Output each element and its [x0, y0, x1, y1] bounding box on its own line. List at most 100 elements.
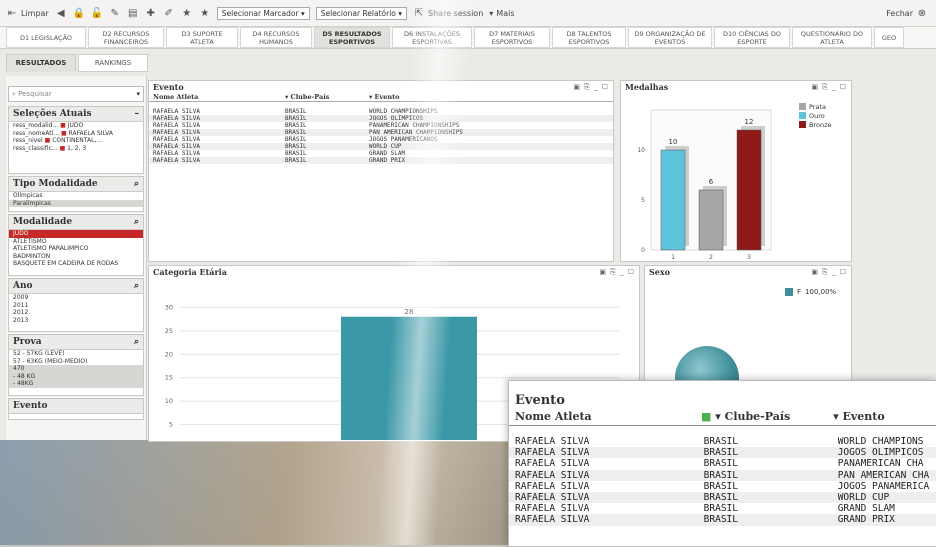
list-item[interactable]: 2011 [9, 302, 143, 310]
cell-event: WORLD CHAMPIONSHIPS [369, 108, 438, 115]
list-item[interactable]: ATLETISMO PARALÍMPICO [9, 245, 143, 253]
table-row[interactable]: RAFAELA SILVA BRASIL PAN AMERICAN CHAMPION… [149, 129, 613, 136]
table-row[interactable]: RAFAELA SILVA BRASIL WORLD CHAMPIONSHIPS [149, 108, 613, 115]
tab-d10[interactable]: D10 CIÊNCIAS DO ESPORTE [714, 27, 790, 48]
zoom-col-event[interactable]: ▾ Evento [833, 410, 931, 423]
zoom-col-club[interactable]: ■ ▾ Clube-País [701, 410, 833, 423]
cell-event: GRAND PRIX [837, 514, 895, 526]
list-item[interactable]: 2013 [9, 317, 143, 325]
panel-buttons[interactable]: ▣ ⎘ _ ☐ [599, 268, 635, 277]
dropdown-icon[interactable]: ▾ [136, 90, 140, 98]
list-item[interactable]: Olímpicas [9, 192, 143, 200]
tab-d1[interactable]: D1 LEGISLAÇÃO [6, 27, 86, 48]
bar-bronze[interactable] [736, 129, 762, 251]
selection-item[interactable]: ress_modalid... ■ JUDÔ [9, 122, 143, 130]
table-row[interactable]: RAFAELA SILVA BRASIL JOGOS PANAMERICA [509, 481, 936, 492]
table-row[interactable]: RAFAELA SILVA BRASIL GRAND PRIX [149, 157, 613, 164]
y-tick-label: 30 [165, 303, 173, 311]
report-select[interactable]: Selecionar Relatório ▾ [315, 6, 408, 20]
minimize-icon[interactable]: – [135, 109, 140, 119]
tab-geo[interactable]: GEO [874, 27, 904, 48]
bar-ouro[interactable] [660, 149, 686, 251]
more-button[interactable]: ▾ Mais [489, 9, 514, 18]
evento-filter-box: Evento [8, 398, 144, 420]
clear-button[interactable]: ⇤ Limpar [6, 7, 49, 19]
lock-icon[interactable]: 🔒 [73, 7, 85, 19]
panel-buttons[interactable]: ▣ ⎘ _ ☐ [811, 83, 847, 92]
col-event[interactable]: ▾ Evento [369, 93, 509, 101]
table-row[interactable]: RAFAELA SILVA BRASIL JOGOS PANAMERICANOS [149, 136, 613, 143]
cell-event: WORLD CUP [837, 492, 890, 504]
list-item[interactable]: 2009 [9, 294, 143, 302]
unlock-icon[interactable]: 🔓 [91, 7, 103, 19]
col-club[interactable]: ▾ Clube-País [285, 93, 369, 101]
selection-item[interactable]: ress_nomeAtl... ■ RAFAELA SILVA [9, 130, 143, 138]
subtab-resultados[interactable]: RESULTADOS [6, 54, 76, 72]
tab-d6[interactable]: D6 INSTALAÇÕES ESPORTIVAS [392, 27, 472, 48]
selection-item[interactable]: ress_nivel ■ CONTINENTAL,... [9, 137, 143, 145]
star-icon[interactable]: ★ [199, 7, 211, 19]
list-item[interactable]: 470 [9, 365, 143, 373]
list-item[interactable]: 2012 [9, 309, 143, 317]
list-item[interactable]: 52 - 57KG (LEVE) [9, 350, 143, 358]
selection-item[interactable]: ress_classific... ■ 1, 2, 3 [9, 145, 143, 153]
search-icon[interactable]: ⌕ [134, 179, 139, 189]
search-icon[interactable]: ⌕ [134, 281, 139, 291]
sub-tabs: RESULTADOS RANKINGS [6, 54, 148, 72]
paint-icon[interactable]: ✐ [163, 7, 175, 19]
cell-event: GRAND SLAM [369, 150, 406, 157]
col-athlete[interactable]: Nome Atleta [153, 93, 285, 101]
tab-d3[interactable]: D3 SUPORTE ATLETA [166, 27, 238, 48]
search-icon[interactable]: ⌕ [134, 337, 139, 347]
table-row[interactable]: RAFAELA SILVA BRASIL GRAND PRIX [509, 514, 936, 526]
list-item[interactable]: 57 - 63KG (MEIO-MÉDIO) [9, 358, 143, 366]
search-box[interactable]: ⌕ Pesquisar ▾ [8, 86, 144, 102]
cell-athlete: RAFAELA SILVA [515, 469, 590, 481]
table-icon[interactable]: ▤ [127, 7, 139, 19]
table-row[interactable]: RAFAELA SILVA BRASIL GRAND SLAM [509, 503, 936, 514]
tab-questionario[interactable]: QUESTIONÁRIO DO ATLETA [792, 27, 872, 48]
bar-categoria[interactable] [341, 316, 477, 440]
tab-d4[interactable]: D4 RECURSOS HUMANOS [240, 27, 312, 48]
list-item[interactable]: Paralímpicas [9, 199, 143, 207]
table-row[interactable]: RAFAELA SILVA BRASIL PANAMERICAN CHAMPIONS… [149, 122, 613, 129]
cell-event: PANAMERICAN CHA [837, 458, 924, 470]
tab-d2[interactable]: D2 RECURSOS FINANCEIROS [88, 27, 164, 48]
star-add-icon[interactable]: ★ [181, 7, 193, 19]
tab-d8[interactable]: D8 TALENTOS ESPORTIVOS [552, 27, 626, 48]
share-session-button[interactable]: ⇱ Share session [413, 7, 483, 19]
table-row[interactable]: RAFAELA SILVA BRASIL GRAND SLAM [149, 150, 613, 157]
back-icon[interactable]: ◀ [55, 7, 67, 19]
add-icon[interactable]: ✚ [145, 7, 157, 19]
tab-d5[interactable]: D5 RESULTADOS ESPORTIVOS [314, 27, 390, 48]
table-row[interactable]: RAFAELA SILVA BRASIL PANAMERICAN CHA [509, 458, 936, 469]
edit-icon[interactable]: ✎ [109, 7, 121, 19]
table-row[interactable]: RAFAELA SILVA BRASIL JOGOS OLIMPICOS [509, 447, 936, 459]
list-item[interactable]: BADMINTON [9, 253, 143, 261]
search-icon[interactable]: ⌕ [134, 217, 139, 227]
list-item[interactable]: - 48 KG [9, 372, 143, 380]
table-row[interactable]: RAFAELA SILVA BRASIL PAN AMERICAN CHA [509, 469, 936, 481]
list-item[interactable]: - 48KG [9, 380, 143, 388]
list-item[interactable]: ATLETISMO [9, 238, 143, 246]
bar-prata[interactable] [698, 189, 724, 251]
panel-buttons[interactable]: ▣ ⎘ _ ☐ [573, 83, 609, 92]
subtab-rankings[interactable]: RANKINGS [78, 54, 148, 72]
table-row[interactable]: RAFAELA SILVA BRASIL WORLD CHAMPIONS [509, 436, 936, 447]
table-row[interactable]: RAFAELA SILVA BRASIL JOGOS OLIMPICOS [149, 115, 613, 122]
zoom-col-athlete[interactable]: Nome Atleta [515, 410, 701, 423]
table-row[interactable]: RAFAELA SILVA BRASIL WORLD CUP [509, 492, 936, 504]
list-item[interactable]: JUDÔ [9, 230, 143, 238]
close-button[interactable]: Fechar ⊗ [886, 7, 928, 19]
list-item[interactable]: BASQUETE EM CADEIRA DE RODAS [9, 260, 143, 268]
panel-buttons[interactable]: ▣ ⎘ _ ☐ [811, 268, 847, 277]
bookmark-select[interactable]: Selecionar Marcador ▾ [216, 6, 310, 20]
table-row[interactable]: RAFAELA SILVA BRASIL WORLD CUP [149, 143, 613, 150]
cell-athlete: RAFAELA SILVA [515, 514, 590, 526]
medalhas-chart: 0 5 10 10 1 6 2 12 3 PrataOuroBronze [637, 103, 832, 261]
medalhas-chart-panel: Medalhas ▣ ⎘ _ ☐ 0 5 10 10 1 6 2 12 3 Prata Ouro Br… [620, 80, 852, 262]
x-tick-label: 3 [747, 254, 751, 261]
tab-d7[interactable]: D7 MATERIAIS ESPORTIVOS [474, 27, 550, 48]
evento-table-panel: Evento ▣ ⎘ _ ☐ Nome Atleta ▾ Clube-País … [148, 80, 614, 262]
tab-d9[interactable]: D9 ORGANIZAÇÃO DE EVENTOS [628, 27, 712, 48]
